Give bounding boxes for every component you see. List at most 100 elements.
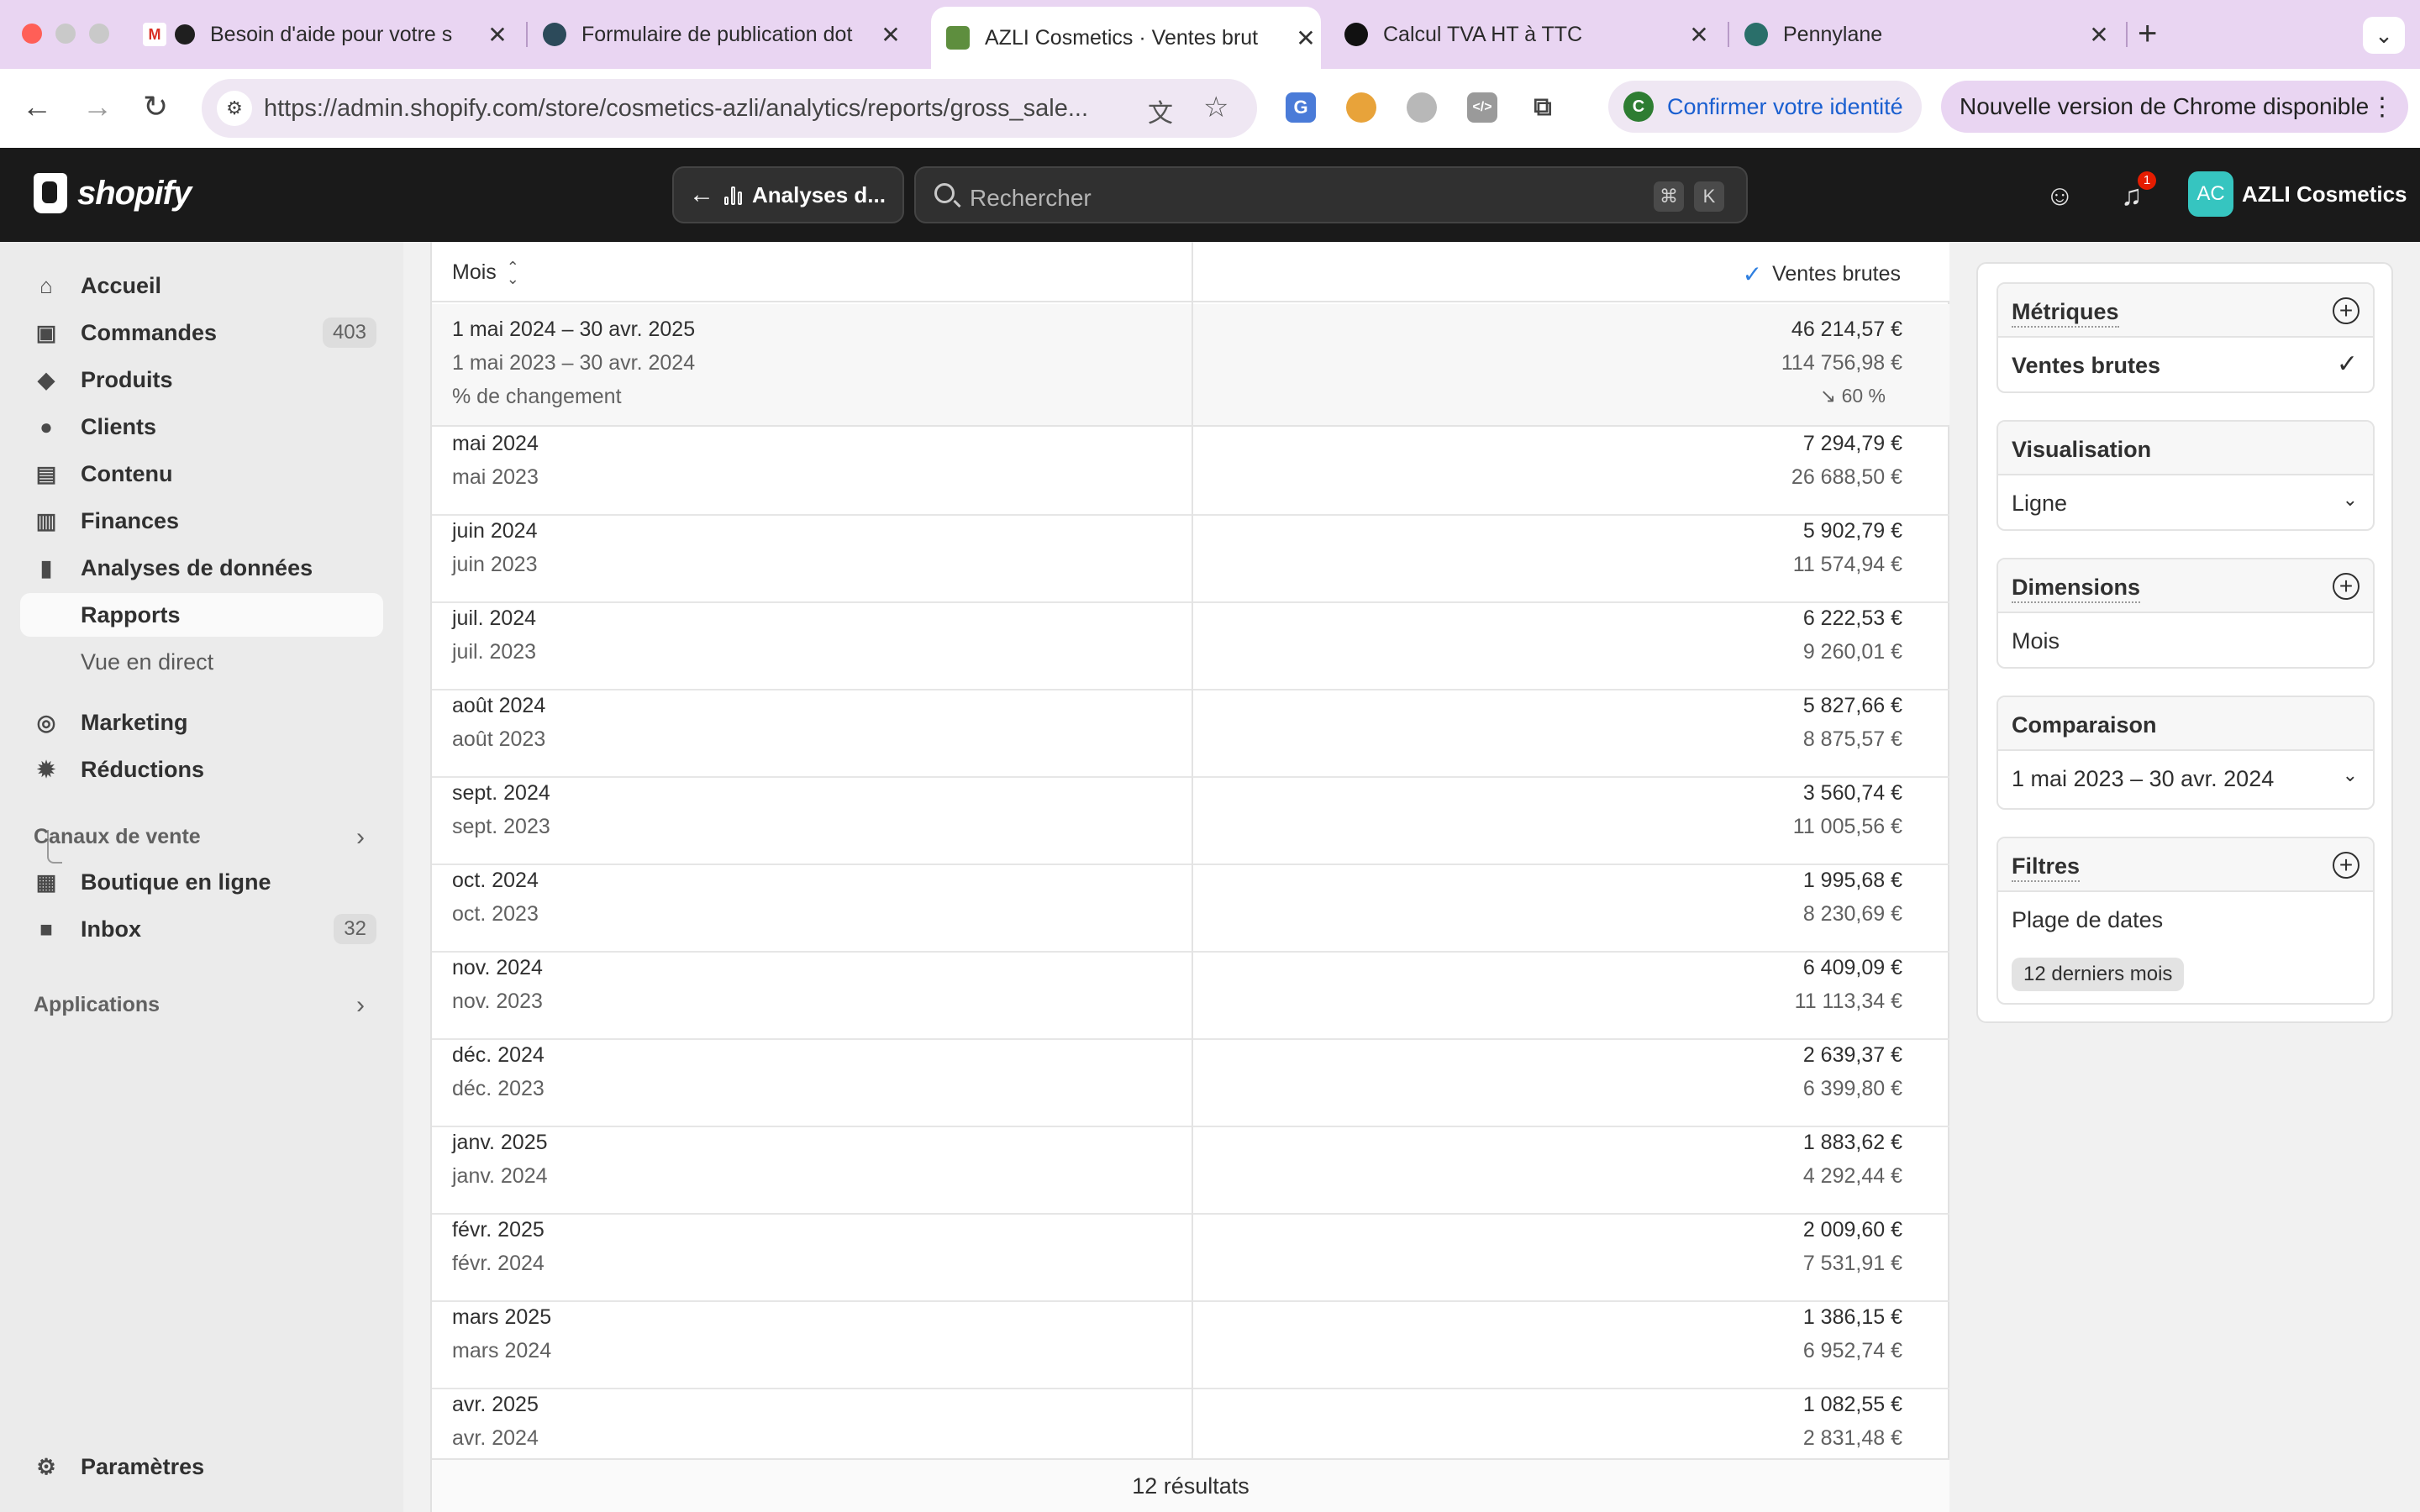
sidekick-icon[interactable]: ☺: [2045, 180, 2075, 213]
back-to-analytics-button[interactable]: ← Analyses d...: [672, 166, 904, 223]
chrome-update-button[interactable]: Nouvelle version de Chrome disponible ⋮: [1941, 81, 2408, 133]
filters-title: Filtres: [2012, 853, 2081, 882]
table-row: juil. 2024 juil. 2023 6 222,53 € 9 260,01 €: [432, 603, 1949, 690]
chevron-down-icon: ⌄: [2342, 489, 2358, 510]
sidebar-item-boutique-en-ligne[interactable]: ▦ Boutique en ligne: [20, 860, 383, 904]
extension-code-icon[interactable]: </>: [1467, 92, 1497, 123]
change-value: ↘ 60 %: [1819, 385, 1886, 407]
metric-column-header[interactable]: ✓ Ventes brutes: [1743, 260, 1901, 288]
tab-close-button[interactable]: ✕: [1684, 21, 1714, 49]
checkmark-icon: ✓: [2336, 350, 2358, 378]
translate-icon[interactable]: 文: [1148, 92, 1173, 129]
browser-tab-azli-active[interactable]: AZLI Cosmetics · Ventes brut ✕: [931, 7, 1321, 69]
bookmark-star-icon[interactable]: ☆: [1203, 91, 1228, 124]
sales-channels-title[interactable]: Canaux de vente: [34, 825, 201, 849]
applications-title[interactable]: Applications: [34, 993, 160, 1017]
tab-search-chevron-icon[interactable]: ⌄: [2363, 17, 2405, 54]
sidebar-item-clients[interactable]: ● Clients: [20, 405, 383, 449]
person-icon: ●: [39, 413, 53, 439]
chrome-menu-icon[interactable]: ⋮: [2370, 92, 2395, 122]
comparison-value: 1 mai 2023 – 30 avr. 2024: [2012, 766, 2275, 791]
bank-icon: ▥: [35, 507, 57, 533]
sidebar-item-vue-en-direct[interactable]: Vue en direct: [20, 640, 383, 684]
filter-chip[interactable]: 12 derniers mois: [2012, 958, 2185, 991]
previous-month-label: juil. 2023: [452, 640, 537, 664]
back-arrow-icon[interactable]: ←: [22, 89, 52, 124]
store-avatar[interactable]: AC: [2188, 171, 2233, 217]
previous-month-value: 11 005,56 €: [1792, 815, 1902, 838]
month-value: 2 009,60 €: [1802, 1218, 1902, 1242]
dimension-option[interactable]: Mois: [1998, 613, 2373, 667]
sidebar-item-finances[interactable]: ▥ Finances: [20, 499, 383, 543]
browser-tab-pennylane[interactable]: Pennylane ✕: [1744, 8, 2114, 60]
google-translate-extension-icon[interactable]: G: [1286, 92, 1316, 123]
tab-close-button[interactable]: ✕: [482, 21, 513, 49]
browser-tab-formulaire[interactable]: Formulaire de publication dot ✕: [543, 8, 906, 60]
extension-link-icon[interactable]: [1407, 92, 1437, 123]
discount-icon: ✹: [37, 756, 55, 782]
new-tab-button[interactable]: +: [2138, 15, 2157, 53]
extension-orange-icon[interactable]: [1346, 92, 1376, 123]
sidebar-item-produits[interactable]: ◆ Produits: [20, 358, 383, 402]
tab-divider: [1728, 22, 1729, 47]
forward-arrow-icon[interactable]: →: [82, 89, 113, 124]
sidebar-item-reductions[interactable]: ✹ Réductions: [20, 748, 383, 791]
extensions-puzzle-icon[interactable]: ⧉: [1528, 92, 1558, 123]
tab-close-button[interactable]: ✕: [2084, 21, 2114, 49]
window-close-button[interactable]: [22, 24, 42, 44]
month-label: avr. 2025: [452, 1393, 539, 1416]
reload-icon[interactable]: ↻: [143, 89, 168, 124]
shopify-wordmark: shopify: [77, 174, 192, 212]
arrow-left-icon: ←: [689, 181, 714, 208]
sidebar-item-marketing[interactable]: ◎ Marketing: [20, 701, 383, 744]
sidebar-item-inbox[interactable]: ■ Inbox 32: [20, 907, 383, 951]
chevron-right-icon[interactable]: ›: [356, 823, 365, 852]
dimension-value: Mois: [2012, 628, 2060, 654]
sidebar-item-label: Contenu: [81, 460, 173, 486]
tab-close-button[interactable]: ✕: [1291, 24, 1321, 52]
site-info-icon[interactable]: ⚙: [217, 91, 252, 126]
table-header: Mois ⌃ ⌄ ✓ Ventes brutes: [432, 242, 1949, 302]
add-filter-plus-icon[interactable]: +: [2333, 852, 2360, 879]
comparison-select[interactable]: 1 mai 2023 – 30 avr. 2024 ⌄: [1998, 751, 2373, 808]
sidebar-item-label: Commandes: [81, 319, 218, 345]
sidebar-item-accueil[interactable]: ⌂ Accueil: [20, 264, 383, 307]
update-label: Nouvelle version de Chrome disponible: [1960, 93, 2370, 119]
sort-icon[interactable]: ⌃ ⌄: [507, 260, 519, 286]
chevron-down-icon: ⌄: [2342, 764, 2358, 785]
sidebar-item-analyses[interactable]: ▮ Analyses de données: [20, 546, 383, 590]
store-name[interactable]: AZLI Cosmetics: [2242, 181, 2407, 207]
address-bar[interactable]: ⚙ https://admin.shopify.com/store/cosmet…: [202, 79, 1257, 138]
browser-tab-gmail[interactable]: M Besoin d'aide pour votre s ✕: [143, 8, 513, 60]
visualization-card: Visualisation Ligne ⌄: [1996, 420, 2375, 531]
visualization-select[interactable]: Ligne ⌄: [1998, 475, 2373, 529]
previous-month-label: avr. 2024: [452, 1426, 539, 1450]
sidebar-item-parametres[interactable]: ⚙ Paramètres: [20, 1445, 383, 1488]
shopify-logo[interactable]: shopify: [34, 173, 192, 213]
visualization-value: Ligne: [2012, 491, 2068, 516]
confirm-identity-button[interactable]: C Confirmer votre identité: [1608, 81, 1922, 133]
search-icon: [934, 183, 955, 203]
metric-option[interactable]: Ventes brutes ✓: [1998, 338, 2373, 391]
metric-header-label: Ventes brutes: [1772, 262, 1901, 286]
tab-close-button[interactable]: ✕: [876, 21, 906, 49]
sidebar-item-contenu[interactable]: ▤ Contenu: [20, 452, 383, 496]
sidebar-item-label: Réductions: [81, 756, 205, 782]
chevron-right-icon[interactable]: ›: [356, 991, 365, 1020]
browser-tab-tva[interactable]: Calcul TVA HT à TTC ✕: [1344, 8, 1714, 60]
browser-tab-strip: M Besoin d'aide pour votre s ✕ Formulair…: [0, 0, 2420, 69]
sidebar-item-commandes[interactable]: ▣ Commandes 403: [20, 311, 383, 354]
back-label: Analyses d...: [752, 181, 886, 207]
month-column-header[interactable]: Mois ⌃ ⌄: [452, 260, 519, 286]
date-range-filter[interactable]: Plage de dates 12 derniers mois: [1998, 892, 2373, 1003]
sidebar-item-rapports[interactable]: Rapports: [20, 593, 383, 637]
search-input[interactable]: Rechercher ⌘ K: [914, 166, 1748, 223]
window-minimize-button[interactable]: [55, 24, 76, 44]
tab-title: Formulaire de publication dot: [581, 22, 853, 46]
metrics-title: Métriques: [2012, 299, 2119, 328]
window-zoom-button[interactable]: [89, 24, 109, 44]
previous-month-label: janv. 2024: [452, 1164, 548, 1188]
previous-month-value: 9 260,01 €: [1802, 640, 1902, 664]
add-dimension-plus-icon[interactable]: +: [2333, 573, 2360, 600]
add-metric-plus-icon[interactable]: +: [2333, 297, 2360, 324]
